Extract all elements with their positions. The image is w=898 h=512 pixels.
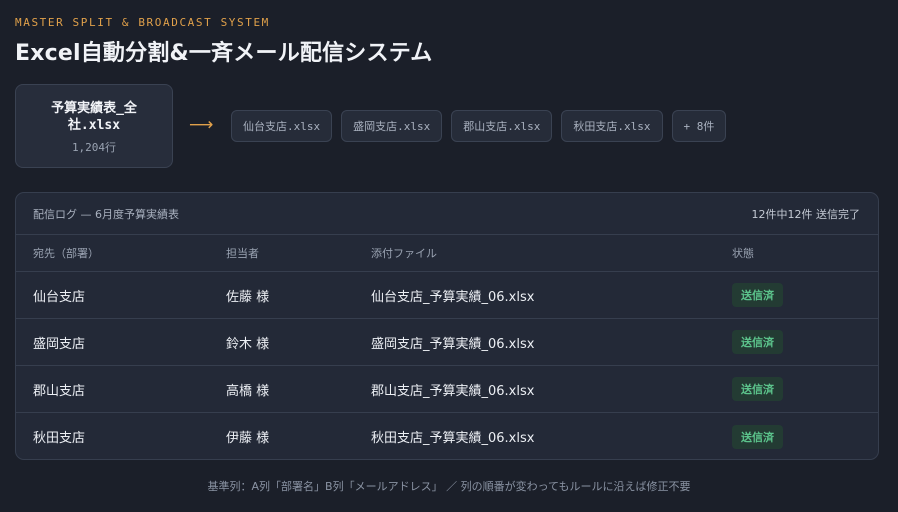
cell-destination: 仙台支店 [33, 289, 86, 305]
source-row-count: 1,204行 [71, 141, 117, 154]
delivery-log-panel: 配信ログ — 6月度予算実績表 12件中12件 送信完了 宛先（部署） 担当者 … [15, 192, 879, 460]
column-header-destination: 宛先（部署） [33, 247, 99, 260]
log-status-summary: 12件中12件 送信完了 [751, 207, 861, 221]
cell-person: 鈴木 様 [226, 336, 270, 352]
status-badge: 送信済 [732, 377, 783, 401]
arrow-right-icon: ⟶ [189, 115, 214, 135]
more-files-chip[interactable]: + 8件 [671, 110, 727, 142]
cell-person: 伊藤 様 [226, 431, 270, 446]
output-file-chip[interactable]: 郡山支店.xlsx [451, 110, 553, 142]
cell-person: 高橋 様 [226, 383, 270, 399]
output-file-chip[interactable]: 秋田支店.xlsx [561, 110, 663, 142]
table-row[interactable]: 仙台支店 佐藤 様 仙台支店_予算実績_06.xlsx 送信済 [16, 272, 878, 319]
output-file-chip[interactable]: 盛岡支店.xlsx [341, 110, 443, 142]
cell-person: 佐藤 様 [226, 289, 270, 305]
cell-attachment: 郡山支店_予算実績_06.xlsx [371, 383, 535, 399]
cell-attachment: 秋田支店_予算実績_06.xlsx [371, 431, 535, 446]
cell-destination: 秋田支店 [33, 431, 86, 446]
cell-destination: 盛岡支店 [33, 336, 86, 352]
cell-attachment: 仙台支店_予算実績_06.xlsx [371, 289, 535, 305]
log-title: 配信ログ — 6月度予算実績表 [33, 207, 179, 221]
eyebrow-label: MASTER SPLIT & BROADCAST SYSTEM [15, 16, 270, 29]
cell-attachment: 盛岡支店_予算実績_06.xlsx [371, 336, 535, 352]
source-file-card[interactable]: 予算実績表_全社.xlsx 1,204行 [15, 84, 173, 168]
footnote: 基準列：A列「部署名」B列「メールアドレス」 ／ 列の順番が変わってもルールに沿… [207, 480, 691, 493]
table-row[interactable]: 秋田支店 伊藤 様 秋田支店_予算実績_06.xlsx 送信済 [16, 413, 878, 459]
status-badge: 送信済 [732, 330, 783, 354]
column-header-attachment: 添付ファイル [371, 247, 437, 260]
output-file-chip[interactable]: 仙台支店.xlsx [231, 110, 333, 142]
column-header-status: 状態 [732, 247, 754, 260]
page-title: Excel自動分割&一斉メール配信システム [15, 41, 433, 66]
cell-destination: 郡山支店 [33, 383, 86, 399]
table-row[interactable]: 盛岡支店 鈴木 様 盛岡支店_予算実績_06.xlsx 送信済 [16, 319, 878, 366]
column-header-person: 担当者 [226, 247, 259, 260]
log-header: 配信ログ — 6月度予算実績表 12件中12件 送信完了 [16, 193, 878, 235]
table-row[interactable]: 郡山支店 高橋 様 郡山支店_予算実績_06.xlsx 送信済 [16, 366, 878, 413]
status-badge: 送信済 [732, 283, 783, 307]
status-badge: 送信済 [732, 424, 783, 449]
source-filename: 予算実績表_全社.xlsx [51, 101, 137, 133]
output-file-chips: 仙台支店.xlsx 盛岡支店.xlsx 郡山支店.xlsx 秋田支店.xlsx … [231, 110, 727, 142]
table-header: 宛先（部署） 担当者 添付ファイル 状態 [16, 235, 878, 272]
